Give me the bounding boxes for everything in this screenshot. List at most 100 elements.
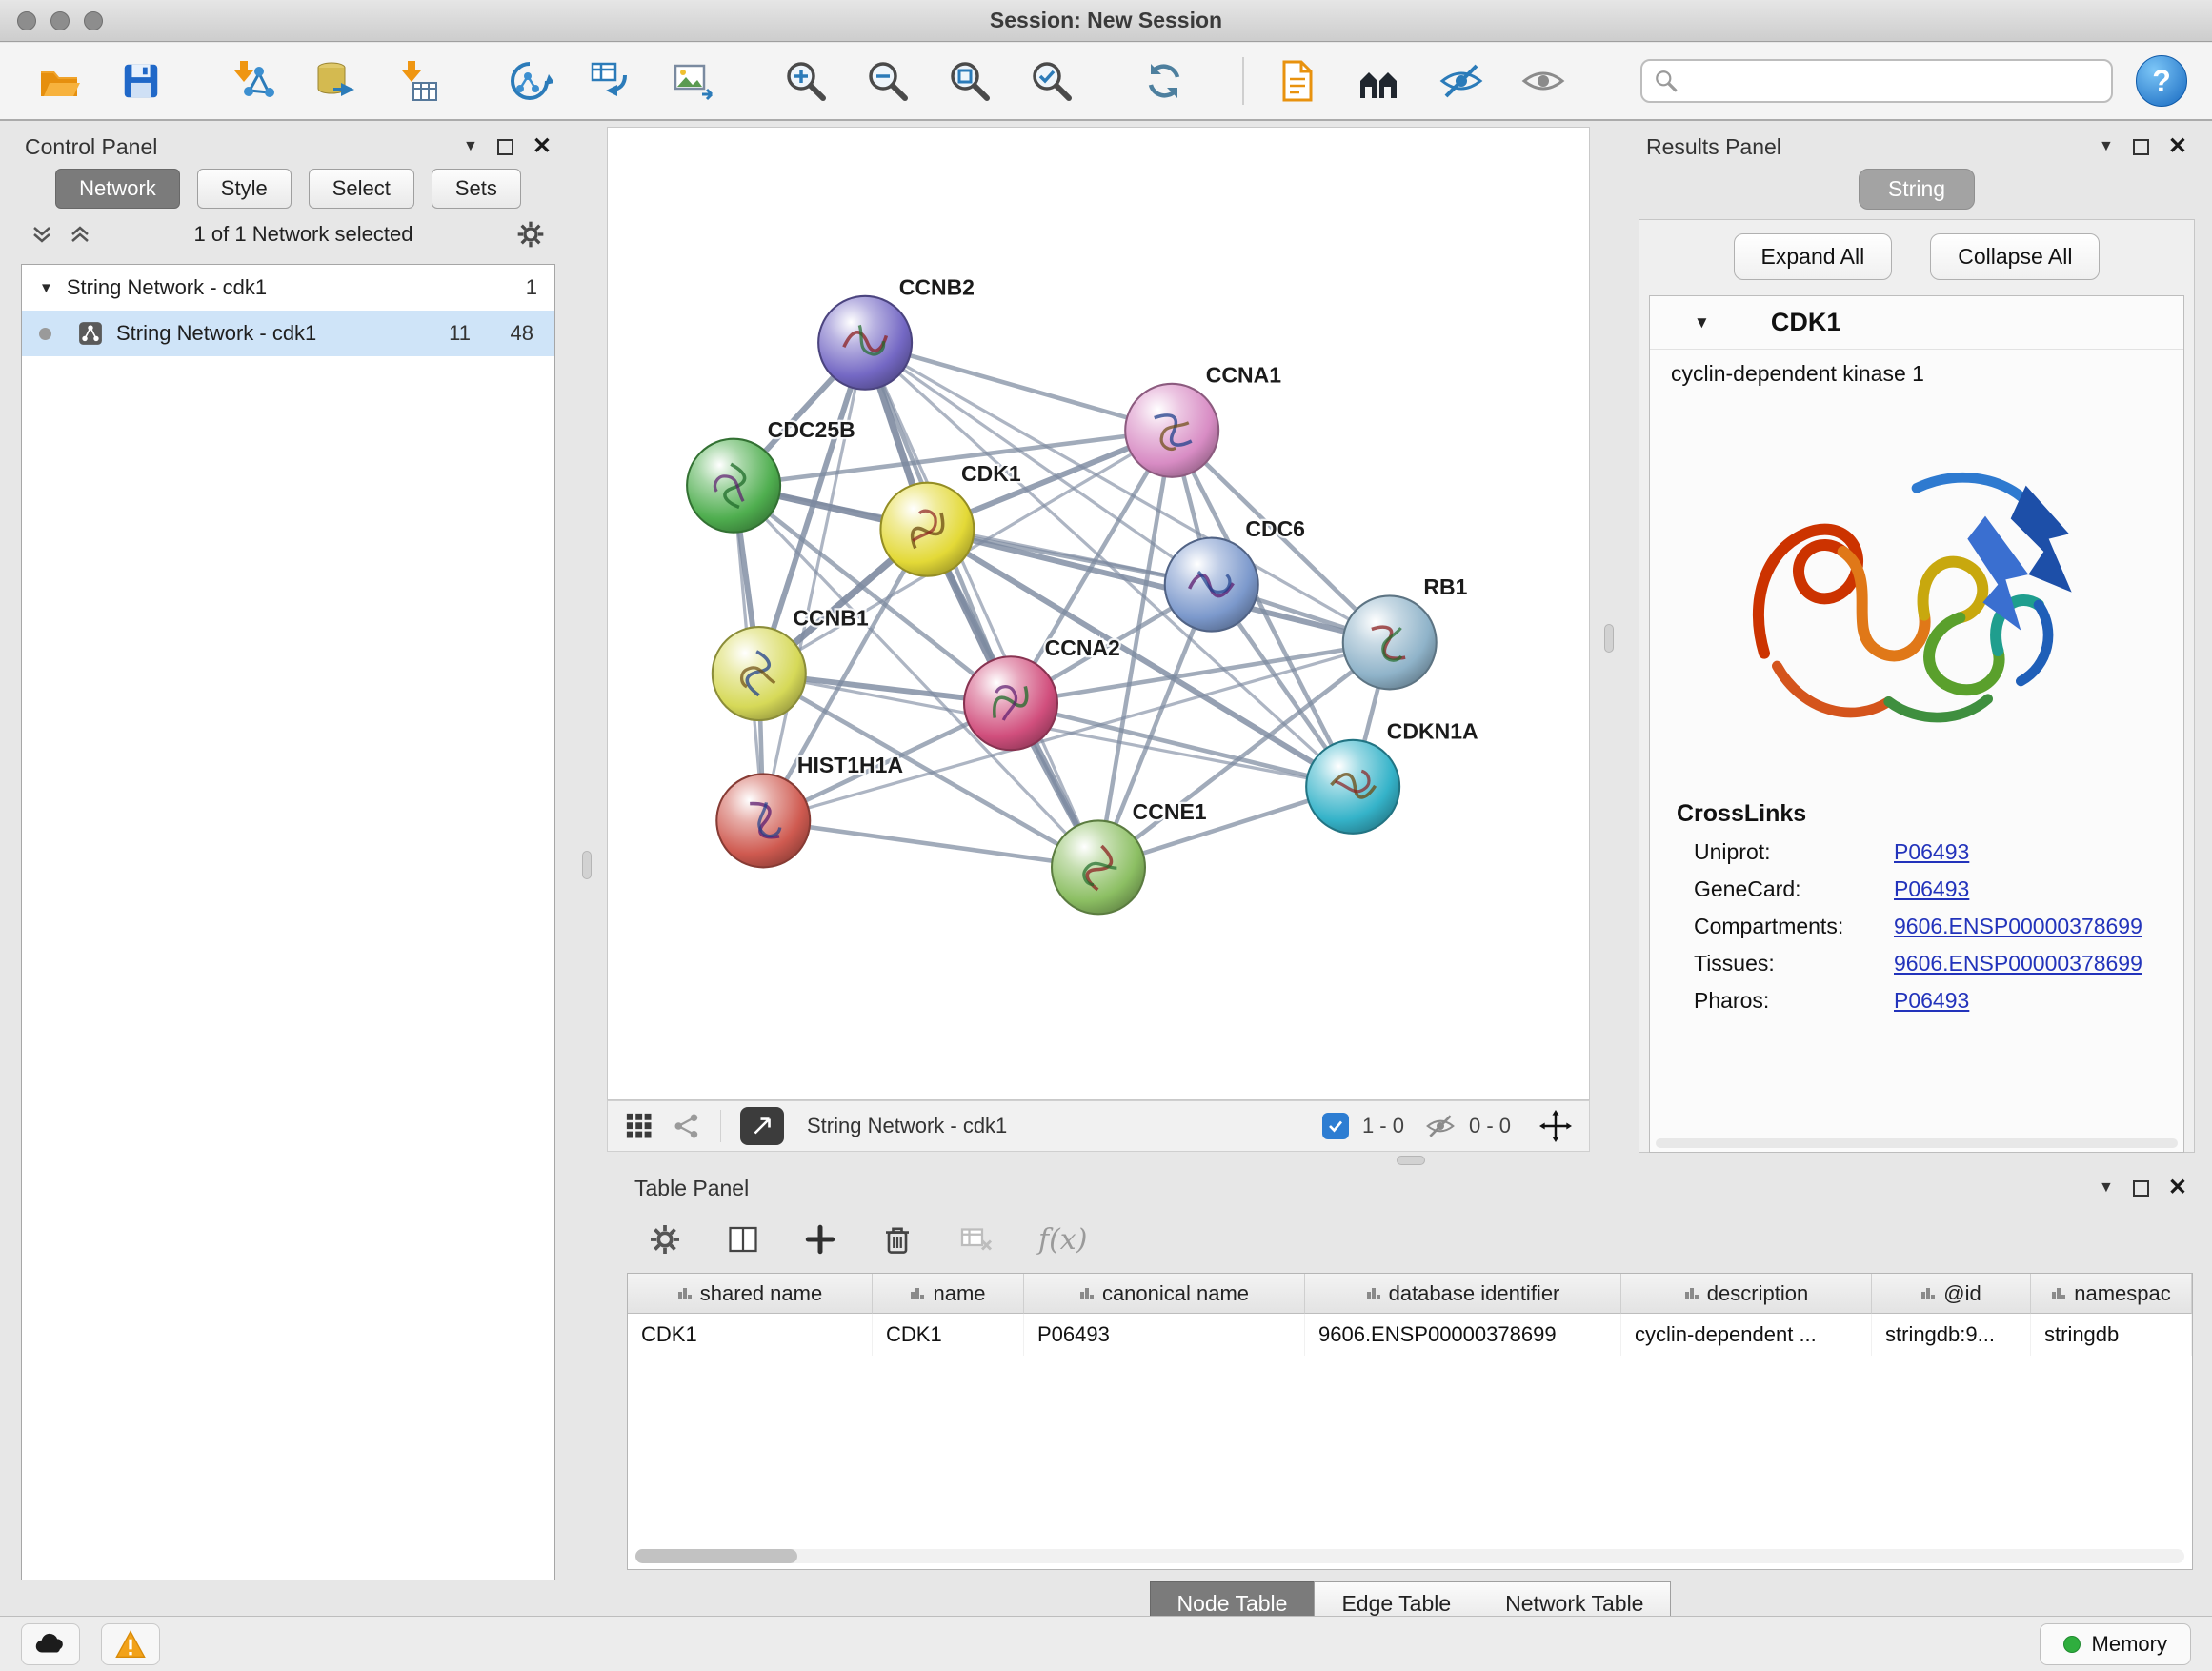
column-header[interactable]: @id (1872, 1274, 2031, 1314)
zoom-fit-button[interactable] (935, 50, 1004, 112)
hide-selection-button[interactable] (1427, 50, 1496, 112)
results-scrollbar[interactable] (1656, 1138, 2178, 1148)
selected-checkbox-icon[interactable] (1322, 1113, 1349, 1139)
collapse-all-button[interactable]: Collapse All (1930, 233, 2100, 280)
tab-network[interactable]: Network (55, 169, 180, 209)
network-canvas[interactable]: CCNB2CCNA1CDC25BCDK1CDC6RB1CCNB1CCNA2CDK… (608, 128, 1589, 1099)
cloud-status-button[interactable] (21, 1623, 80, 1665)
chevron-down-icon[interactable]: ▼ (463, 138, 478, 155)
zoom-out-button[interactable] (854, 50, 922, 112)
network-node-CDK1[interactable] (880, 483, 974, 576)
close-panel-button[interactable]: ✕ (533, 135, 552, 158)
collapse-entry-icon[interactable]: ▼ (1694, 313, 1710, 332)
close-window-button[interactable] (17, 11, 36, 30)
network-collection-row[interactable]: ▼ String Network - cdk1 1 (22, 265, 554, 311)
close-panel-button[interactable]: ✕ (2168, 1177, 2187, 1199)
splitter-handle[interactable] (582, 851, 592, 879)
add-column-icon[interactable] (804, 1223, 836, 1256)
crosslink-link[interactable]: 9606.ENSP00000378699 (1894, 951, 2142, 976)
save-session-button[interactable] (107, 50, 175, 112)
application-window: Session: New Session (0, 0, 2212, 1671)
gear-icon[interactable] (648, 1222, 682, 1257)
export-image-button[interactable] (659, 50, 728, 112)
float-panel-button[interactable] (2133, 139, 2149, 155)
minimize-window-button[interactable] (50, 11, 70, 30)
expand-all-button[interactable]: Expand All (1734, 233, 1893, 280)
warnings-button[interactable] (101, 1623, 160, 1665)
network-node-CDC25B[interactable] (687, 439, 780, 533)
delete-column-trash-icon[interactable] (880, 1222, 915, 1257)
network-edge-CCNE1-HIST1H1A[interactable] (763, 820, 1098, 867)
network-from-selection-button[interactable] (495, 50, 564, 112)
memory-status-icon (2063, 1636, 2081, 1653)
zoom-selected-button[interactable] (1017, 50, 1086, 112)
network-node-CDC6[interactable] (1165, 538, 1258, 632)
close-panel-button[interactable]: ✕ (2168, 135, 2187, 158)
expand-all-icon[interactable] (69, 223, 91, 246)
table-row[interactable]: CDK1 CDK1 P06493 9606.ENSP00000378699 cy… (628, 1314, 2192, 1356)
network-row[interactable]: String Network - cdk1 11 48 (22, 311, 554, 356)
network-node-CCNA1[interactable] (1125, 384, 1218, 477)
column-header[interactable]: namespac (2031, 1274, 2192, 1314)
annotation-document-button[interactable] (1263, 50, 1332, 112)
chevron-down-icon[interactable]: ▼ (2099, 138, 2114, 155)
network-table-button[interactable] (577, 50, 646, 112)
chevron-down-icon[interactable]: ▼ (2099, 1179, 2114, 1197)
crosslink-link[interactable]: P06493 (1894, 839, 1969, 865)
split-columns-icon[interactable] (726, 1222, 760, 1257)
share-network-icon[interactable] (673, 1112, 701, 1140)
column-header[interactable]: database identifier (1305, 1274, 1621, 1314)
network-node-CCNB2[interactable] (818, 296, 912, 390)
open-view-in-window-button[interactable] (740, 1107, 784, 1145)
network-node-RB1[interactable] (1343, 595, 1437, 689)
show-all-button[interactable] (1509, 50, 1578, 112)
import-table-button[interactable] (383, 50, 452, 112)
refresh-button[interactable] (1130, 50, 1198, 112)
open-session-button[interactable] (25, 50, 93, 112)
node-label-CDC25B: CDC25B (768, 417, 855, 442)
title-bar: Session: New Session (0, 0, 2212, 42)
tab-string[interactable]: String (1859, 169, 1975, 210)
houses-button[interactable] (1345, 50, 1414, 112)
network-node-HIST1H1A[interactable] (716, 774, 810, 867)
splitter-handle[interactable] (1397, 1156, 1425, 1165)
network-node-CCNB1[interactable] (713, 627, 806, 720)
import-network-file-button[interactable] (219, 50, 288, 112)
network-node-CCNE1[interactable] (1052, 820, 1145, 914)
collapse-all-icon[interactable] (30, 223, 53, 246)
tab-sets[interactable]: Sets (432, 169, 521, 209)
network-edge-CCNB2-CCNE1[interactable] (865, 343, 1098, 868)
help-button[interactable]: ? (2136, 55, 2187, 107)
warning-icon (115, 1630, 146, 1659)
crosshair-move-icon[interactable] (1539, 1110, 1572, 1142)
zoom-in-button[interactable] (772, 50, 840, 112)
crosslink-link[interactable]: P06493 (1894, 988, 1969, 1014)
crosslink-row: Uniprot: P06493 (1650, 828, 2183, 865)
import-network-database-button[interactable] (301, 50, 370, 112)
search-input[interactable] (1688, 63, 2100, 99)
zoom-window-button[interactable] (84, 11, 103, 30)
float-panel-button[interactable] (2133, 1180, 2149, 1197)
table-header-row: shared name name canonical name database… (628, 1274, 2192, 1314)
tree-expanded-icon[interactable]: ▼ (39, 280, 53, 296)
crosslink-link[interactable]: P06493 (1894, 876, 1969, 902)
column-header[interactable]: description (1621, 1274, 1872, 1314)
splitter-handle[interactable] (1604, 624, 1614, 653)
tab-select[interactable]: Select (309, 169, 414, 209)
memory-button[interactable]: Memory (2040, 1623, 2191, 1665)
cell-name: CDK1 (873, 1314, 1024, 1356)
scrollbar-thumb[interactable] (635, 1549, 797, 1563)
network-node-CCNA2[interactable] (964, 656, 1057, 750)
birds-eye-grid-icon[interactable] (625, 1112, 654, 1140)
column-header[interactable]: shared name (628, 1274, 873, 1314)
column-header[interactable]: canonical name (1024, 1274, 1305, 1314)
crosslink-link[interactable]: 9606.ENSP00000378699 (1894, 914, 2142, 939)
network-edge-CCNB2-HIST1H1A[interactable] (763, 343, 865, 821)
column-header[interactable]: name (873, 1274, 1024, 1314)
node-label-CDKN1A: CDKN1A (1387, 718, 1478, 743)
network-node-CDKN1A[interactable] (1306, 740, 1399, 834)
gear-icon[interactable] (515, 219, 546, 250)
tab-style[interactable]: Style (197, 169, 292, 209)
float-panel-button[interactable] (497, 139, 513, 155)
hidden-eye-slash-icon[interactable] (1425, 1111, 1456, 1141)
